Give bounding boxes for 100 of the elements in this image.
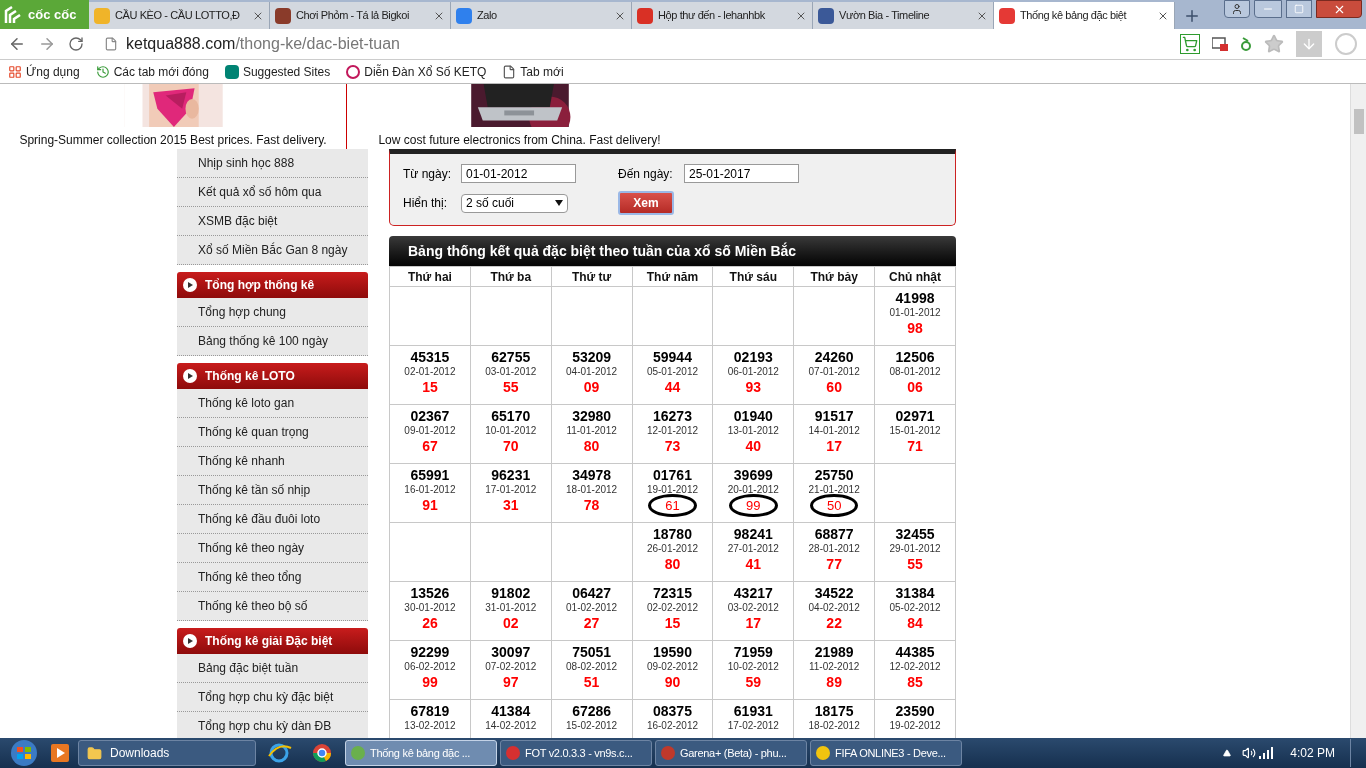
url-text: ketqua888.com/thong-ke/dac-biet-tuan (126, 34, 400, 54)
close-button[interactable] (1316, 0, 1362, 18)
scrollbar[interactable] (1350, 84, 1366, 738)
draw-date: 18-01-2012 (566, 485, 618, 495)
result-number: 13526 (410, 586, 450, 600)
reload-icon[interactable] (68, 36, 84, 52)
sidebar-item[interactable]: Tổng hợp chung (177, 298, 368, 327)
result-number: 30097 (491, 645, 531, 659)
sidebar-item[interactable]: Kết quả xổ số hôm qua (177, 178, 368, 207)
result-number: 41384 (491, 704, 531, 718)
result-number: 45315 (410, 350, 450, 364)
date-field[interactable]: 01-01-2012 (461, 164, 576, 183)
sidebar-item[interactable]: XSMB đặc biệt (177, 207, 368, 236)
sidebar-item[interactable]: Tổng hợp chu kỳ đặc biệt (177, 683, 368, 712)
result-number: 67286 (572, 704, 612, 718)
taskbar-button[interactable]: FOT v2.0.3.3 - vn9s.c... (500, 740, 652, 766)
scroll-thumb[interactable] (1353, 109, 1364, 134)
sidebar-item[interactable]: Nhịp sinh học 888 (177, 149, 368, 178)
date-field[interactable]: 25-01-2017 (684, 164, 799, 183)
bookmark-item[interactable]: Các tab mới đóng (95, 62, 209, 81)
circled-tail-number: 61 (648, 494, 697, 517)
ad-caption[interactable]: Low cost future electronics from China. Fast delivery! (378, 131, 661, 149)
new-tab-icon[interactable] (1183, 7, 1201, 25)
browser-tab[interactable]: Zalo (451, 2, 632, 29)
result-number: 16273 (653, 409, 692, 423)
result-number: 59944 (653, 350, 692, 364)
result-number: 02367 (410, 409, 450, 423)
tail-number: 80 (583, 439, 600, 453)
tail-number: 85 (907, 675, 923, 689)
tab-title: CẦU KÈO - CẦU LOTTO,Đ (115, 8, 241, 24)
sidebar-item[interactable]: Tổng hợp chu kỳ dàn ĐB (177, 712, 368, 738)
result-number: 12506 (895, 350, 935, 364)
tail-number: 02 (502, 616, 519, 630)
volume-icon[interactable] (1242, 746, 1257, 760)
draw-date: 19-01-2012 (646, 485, 699, 495)
field-label: Hiển thị: (403, 195, 449, 212)
result-number: 31384 (895, 586, 935, 600)
draw-date: 08-02-2012 (566, 662, 618, 672)
browser-tab[interactable]: Hộp thư đến - lehanhbk (632, 2, 813, 29)
result-number: 65170 (491, 409, 531, 423)
display-select[interactable]: 2 số cuối (461, 193, 568, 213)
draw-date: 26-01-2012 (646, 544, 699, 554)
draw-date: 19-02-2012 (889, 721, 941, 731)
forward-icon[interactable] (38, 35, 56, 53)
view-button[interactable]: Xem (618, 191, 674, 215)
star-icon[interactable] (1264, 34, 1284, 54)
signal-icon[interactable] (1259, 747, 1276, 759)
result-number: 21989 (814, 645, 854, 659)
result-number: 08375 (653, 704, 692, 718)
tail-number: 60 (826, 380, 842, 394)
tail-number: 44 (664, 380, 681, 394)
result-number: 96231 (491, 468, 531, 482)
result-number: 01940 (733, 409, 773, 423)
browser-tab[interactable]: Vườn Bia - Timeline (813, 2, 994, 29)
taskbar-button[interactable]: Garena+ (Beta) - phu... (655, 740, 807, 766)
result-number: 25750 (814, 468, 854, 482)
column-header: Thứ ba (470, 266, 552, 287)
sidebar-item[interactable]: Bảng thống kê 100 ngày (177, 327, 368, 356)
back-icon[interactable] (8, 35, 26, 53)
tray-arrow-icon[interactable] (1223, 749, 1232, 757)
clock: 4:02 PM (1290, 745, 1335, 762)
sidebar-item[interactable]: Thống kê theo tổng (177, 563, 368, 592)
ad-caption[interactable]: Spring-Summer collection 2015 Best prices. Fast delivery. (19, 131, 327, 149)
sidebar-item[interactable]: Thống kê quan trọng (177, 418, 368, 447)
tail-number: 15 (664, 616, 681, 630)
tab-title: Zalo (477, 8, 498, 24)
blocked-window-icon[interactable] (1212, 37, 1228, 51)
draw-date: 29-01-2012 (889, 544, 941, 554)
sidebar-item[interactable]: Thống kê loto gan (177, 389, 368, 418)
bookmark-item[interactable]: Suggested Sites (224, 62, 331, 81)
maximize-button[interactable] (1286, 0, 1312, 18)
bookmark-item[interactable]: Tab mới (502, 62, 564, 81)
result-number: 75051 (572, 645, 612, 659)
bookmark-item[interactable]: Diễn Đàn Xổ Số KETQ (346, 62, 487, 81)
sidebar-item[interactable]: Thống kê theo bộ số (177, 592, 368, 621)
tail-number: 98 (907, 321, 923, 335)
draw-date: 14-02-2012 (485, 721, 537, 731)
draw-date: 05-02-2012 (889, 603, 941, 613)
taskbar-button[interactable]: FIFA ONLINE3 - Deve... (810, 740, 962, 766)
sidebar-item[interactable]: Thống kê đầu đuôi loto (177, 505, 368, 534)
minimize-button[interactable] (1254, 0, 1282, 18)
result-number: 18780 (653, 527, 692, 541)
draw-date: 06-02-2012 (404, 662, 456, 672)
address-field[interactable]: ketqua888.com/thong-ke/dac-biet-tuan (96, 31, 1168, 57)
tab-title: Thống kê bảng đặc biệt (1020, 8, 1128, 24)
profile-button[interactable] (1224, 0, 1250, 18)
cart-icon[interactable] (1180, 34, 1200, 54)
browser-tab[interactable]: CẦU KÈO - CẦU LOTTO,Đ (89, 2, 270, 29)
sidebar-item[interactable]: Xổ số Miền Bắc Gan 8 ngày (177, 236, 368, 265)
draw-date: 16-01-2012 (404, 485, 456, 495)
sidebar-item[interactable]: Thống kê theo ngày (177, 534, 368, 563)
draw-date: 20-01-2012 (727, 485, 779, 495)
taskbar-button[interactable]: Downloads (78, 740, 256, 766)
tail-number: 55 (907, 557, 923, 571)
browser-tab[interactable]: Thống kê bảng đặc biệt (994, 2, 1175, 29)
sidebar-item[interactable]: Bảng đặc biệt tuần (177, 654, 368, 683)
browser-tab[interactable]: Chơi Phỏm - Tá lả Bigkoi (270, 2, 451, 29)
bookmark-item[interactable]: Ứng dụng (8, 62, 80, 81)
sidebar-item[interactable]: Thống kê tần số nhịp (177, 476, 368, 505)
sidebar-item[interactable]: Thống kê nhanh (177, 447, 368, 476)
